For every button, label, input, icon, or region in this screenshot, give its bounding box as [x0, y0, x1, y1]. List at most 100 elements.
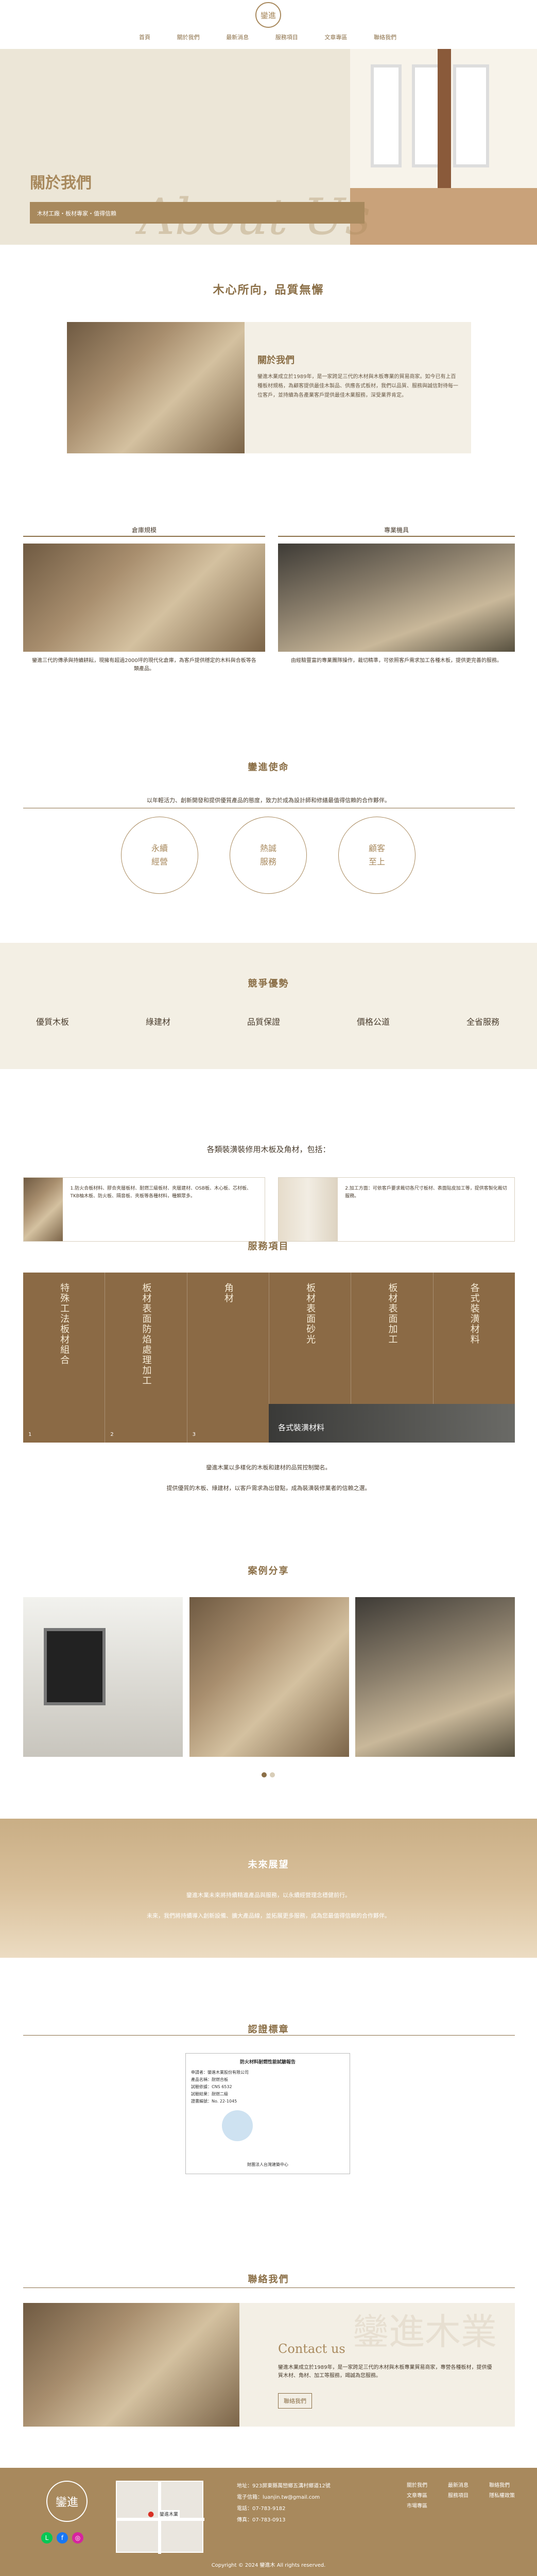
- products-right-text: 2.加工方面：可依客戶要求裁切各尺寸板材、表面貼皮加工等，提供客製化裁切服務。: [345, 1186, 507, 1199]
- advantage-item: 全省服務: [466, 1017, 499, 1027]
- products-card-left: 1.防火合板材料、膠合夾層板材、耐燃三級板材、夾層建材、OSB板、木心板、芯材板…: [23, 1177, 265, 1242]
- cert-doc-line: 試驗依據：CNS 6532: [191, 2084, 232, 2089]
- warehouse-image: [67, 322, 245, 453]
- footer-brand-name: 鑾進: [55, 2496, 78, 2509]
- cert-doc-footer: 財團法人台灣建築中心: [247, 2162, 288, 2167]
- footer-contact: 地址：923屏東縣萬巒鄉五溝村鄉道12號 電子信箱：luanjin.tw@gma…: [237, 2481, 331, 2526]
- products-title: 各類裝潢裝修用木板及角材，包括：: [206, 1145, 331, 1154]
- brand-logo[interactable]: 鑾進: [255, 2, 281, 28]
- services-title: 服務項目: [248, 1241, 289, 1252]
- contact-card: 鑾進木業 Contact us 鑾進木業成立於1989年，是一家跨足三代的木材與…: [23, 2303, 515, 2427]
- cert-stamp: [222, 2110, 253, 2141]
- footer-logo[interactable]: 鑾進: [46, 2481, 88, 2522]
- divider: [23, 2287, 515, 2288]
- mission-text: 以年輕活力、創新開發和提供優質產品的態度，致力於成為設計師和修繕最值得信賴的合作…: [147, 797, 390, 804]
- hero-room-image: [350, 49, 537, 245]
- header: 鑾進 首頁 關於我們 最新消息 服務項目 文章專區 聯絡我們: [0, 0, 537, 49]
- services-desc-1: 鑾進木業以多樣化的木板和建材的品質控制聞名。: [206, 1464, 331, 1471]
- machinery-text: 由經驗豐富的專業團隊操作，裁切精準，可依照客戶需求加工各種木板，提供更完善的服務…: [291, 658, 502, 664]
- intro-card-text: 鑾進木業成立於1989年，是一家跨足三代的木材與木板專業的貿易商家。如今已有上百…: [257, 374, 458, 398]
- carousel-dot-active[interactable]: [262, 1772, 267, 1777]
- advantage-item: 優質木板: [36, 1017, 70, 1027]
- carousel-dot[interactable]: [270, 1772, 275, 1777]
- advantage-section: 競爭優勢 優質木板 綠建材 品質保證 價格公道 全省服務: [0, 943, 537, 1069]
- social-links: L f ◎: [41, 2532, 83, 2544]
- footer-link[interactable]: 隱私權政策: [489, 2491, 515, 2501]
- cert-doc-line: 試驗結果：耐燃二級: [191, 2092, 228, 2096]
- mission-title: 鑾進使命: [248, 762, 289, 773]
- services-desc-2: 提供優質的木板、綠建材，以客戶需求為出發點，成為裝潢裝修業者的信賴之選。: [166, 1485, 371, 1492]
- service-item[interactable]: 板材表面防焰處理加工 2: [105, 1273, 187, 1443]
- future-title: 未來展望: [248, 1859, 289, 1870]
- cert-doc-title: 防火材料耐燃性能試驗報告: [239, 2060, 296, 2065]
- contact-button[interactable]: 聯絡我們: [278, 2393, 312, 2409]
- map-pin-icon: ●: [148, 2510, 154, 2518]
- products-left-text: 1.防火合板材料、膠合夾層板材、耐燃三級板材、夾層建材、OSB板、木心板、芯材板…: [70, 1186, 252, 1199]
- nav-about[interactable]: 關於我們: [177, 33, 200, 41]
- cert-title: 認證標章: [248, 2024, 289, 2035]
- case-image-1[interactable]: [23, 1597, 183, 1757]
- intro-card: 關於我們 鑾進木業成立於1989年，是一家跨足三代的木材與木板專業的貿易商家。如…: [245, 322, 471, 453]
- nav-articles[interactable]: 文章專區: [324, 33, 347, 41]
- warehouse-title: 倉庫規模: [131, 527, 157, 534]
- main-nav: 首頁 關於我們 最新消息 服務項目 文章專區 聯絡我們: [139, 33, 396, 41]
- facebook-icon[interactable]: f: [57, 2532, 68, 2544]
- copyright: Copyright © 2024 鑾進木 All rights reserved…: [211, 2563, 326, 2568]
- case-image-3[interactable]: [355, 1597, 515, 1757]
- contact-watermark: 鑾進木業: [353, 2311, 497, 2353]
- footer-fax: 傳真：07-783-0913: [237, 2517, 286, 2523]
- footer-address: 地址：923屏東縣萬巒鄉五溝村鄉道12號: [237, 2483, 331, 2489]
- hero-title: 關於我們: [30, 174, 92, 192]
- footer-link[interactable]: 最新消息: [448, 2481, 469, 2491]
- map-label: 鑾進木業: [158, 2510, 180, 2518]
- machinery-title: 專業機具: [384, 527, 409, 534]
- warehouse-photo: [23, 544, 265, 652]
- nav-home[interactable]: 首頁: [139, 33, 150, 41]
- cert-doc-line: 產品名稱：耐燃合板: [191, 2077, 228, 2082]
- service-item[interactable]: 特殊工法板材組合 1: [23, 1273, 106, 1443]
- map-embed[interactable]: ● 鑾進木業: [116, 2481, 204, 2554]
- nav-news[interactable]: 最新消息: [226, 33, 249, 41]
- certificate-document[interactable]: 防火材料耐燃性能試驗報告 申請者：鑾進木業股份有限公司 產品名稱：耐燃合板 試驗…: [185, 2053, 350, 2174]
- footer-email[interactable]: 電子信箱：luanjin.tw@gmail.com: [237, 2492, 331, 2503]
- nav-contact[interactable]: 聯絡我們: [374, 33, 396, 41]
- contact-title: 聯絡我們: [248, 2274, 289, 2285]
- plywood-image: [24, 1178, 63, 1241]
- future-line-2: 未來，我們將持續導入創新設備、擴大產品線，並拓展更多服務，成為您最值得信賴的合作…: [147, 1912, 390, 1919]
- cases-title: 案例分享: [248, 1566, 289, 1577]
- brand-name: 鑾進: [260, 10, 276, 20]
- footer-phone[interactable]: 電話：07-783-9182: [237, 2503, 331, 2515]
- service-caption-overlay: 各式裝潢材料: [269, 1404, 515, 1443]
- intro-card-title: 關於我們: [257, 355, 295, 366]
- products-card-right: 2.加工方面：可依客戶要求裁切各尺寸板材、表面貼皮加工等，提供客製化裁切服務。: [278, 1177, 515, 1242]
- warehouse-text: 鑾進三代的傳承與持續耕耘，現擁有超過2000坪的現代化倉庫，為客戶提供穩定的木料…: [32, 658, 256, 672]
- instagram-icon[interactable]: ◎: [72, 2532, 83, 2544]
- service-caption: 各式裝潢材料: [278, 1423, 325, 1432]
- hero-subtitle-bar: 木材工廠・板材專家・值得信賴: [30, 202, 365, 224]
- nav-services[interactable]: 服務項目: [275, 33, 298, 41]
- advantage-item: 品質保證: [247, 1017, 280, 1027]
- service-item[interactable]: 角材 3: [187, 1273, 269, 1443]
- mission-circle-customer: 顧客 至上: [338, 817, 415, 894]
- advantage-title: 競爭優勢: [248, 978, 289, 989]
- contact-text: 鑾進木業成立於1989年，是一家跨足三代的木材與木板專業貿易商家，專營各種板材，…: [278, 2365, 492, 2379]
- case-image-2[interactable]: [189, 1597, 349, 1757]
- line-icon[interactable]: L: [41, 2532, 53, 2544]
- footer-link[interactable]: 聯絡我們: [489, 2481, 515, 2491]
- footer-links: 關於我們 文章專區 市場專區 最新消息 服務項目 聯絡我們 隱私權政策: [407, 2481, 515, 2512]
- footer-link[interactable]: 關於我們: [407, 2481, 427, 2491]
- footer-link[interactable]: 文章專區: [407, 2491, 427, 2501]
- machinery-photo: [278, 544, 515, 652]
- footer-link[interactable]: 市場專區: [407, 2501, 427, 2512]
- divider: [23, 536, 265, 537]
- future-section: 未來展望 鑾進木業未來將持續精進產品與服務，以永續經營理念穩健前行。 未來，我們…: [0, 1819, 537, 1958]
- cert-doc-line: 證書編號：No. 22-1045: [191, 2099, 237, 2104]
- advantage-item: 綠建材: [145, 1017, 170, 1027]
- forklift-image: [23, 2303, 239, 2427]
- veneer-image: [279, 1178, 338, 1241]
- footer-link[interactable]: 服務項目: [448, 2491, 469, 2501]
- contact-script: Contact us: [278, 2342, 345, 2356]
- cert-doc-line: 申請者：鑾進木業股份有限公司: [191, 2070, 249, 2075]
- mission-circle-service: 熱誠 服務: [230, 817, 307, 894]
- divider: [23, 2035, 515, 2036]
